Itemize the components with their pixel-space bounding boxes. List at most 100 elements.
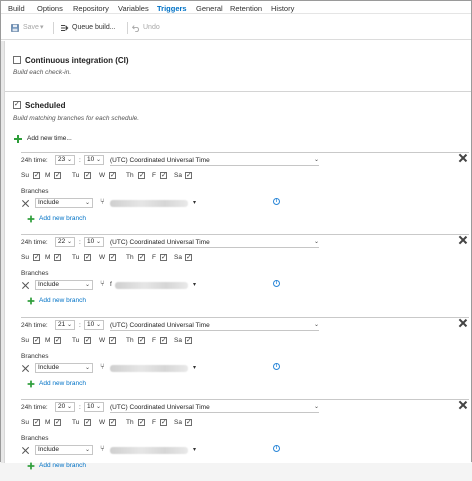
day-checkbox[interactable] — [84, 253, 91, 262]
day-checkbox[interactable] — [54, 171, 61, 180]
day-checkbox[interactable] — [54, 253, 61, 262]
day-checkbox[interactable] — [33, 336, 40, 345]
hour-select[interactable]: 20 ⌄ — [55, 402, 75, 412]
day-checkbox[interactable] — [138, 253, 145, 262]
minute-select[interactable]: 10 ⌄ — [84, 402, 104, 412]
day-label: M — [45, 419, 51, 426]
minute-select[interactable]: 10 ⌄ — [84, 155, 104, 165]
caret-down-icon[interactable]: ▾ — [193, 446, 196, 453]
chevron-down-icon: ⌄ — [84, 200, 90, 206]
day-checkbox[interactable] — [33, 418, 40, 427]
remove-branch-icon[interactable] — [22, 200, 29, 207]
scheduled-checkbox[interactable] — [13, 100, 21, 109]
redacted-branch-name[interactable] — [115, 282, 188, 289]
info-icon[interactable]: i — [273, 280, 280, 287]
timezone-value: (UTC) Coordinated Universal Time — [110, 322, 210, 329]
day-checkbox[interactable] — [109, 336, 116, 345]
caret-down-icon[interactable]: ▾ — [193, 199, 196, 206]
info-icon[interactable]: i — [273, 445, 280, 452]
add-new-time-label: Add new time... — [27, 135, 72, 142]
day-checkbox[interactable] — [185, 336, 192, 345]
day-checkbox[interactable] — [138, 418, 145, 427]
timezone-select[interactable]: (UTC) Coordinated Universal Time ⌄ — [110, 238, 319, 248]
info-icon[interactable]: i — [273, 198, 280, 205]
day-checkbox[interactable] — [84, 336, 91, 345]
timezone-select[interactable]: (UTC) Coordinated Universal Time ⌄ — [110, 321, 319, 331]
chevron-down-icon: ⌄ — [313, 157, 319, 163]
redacted-branch-name[interactable] — [110, 200, 188, 207]
remove-schedule-icon[interactable] — [459, 236, 467, 244]
tab-build[interactable]: Build — [8, 4, 25, 13]
ci-subtitle: Build each check-in. — [13, 69, 72, 76]
day-checkbox[interactable] — [84, 418, 91, 427]
remove-branch-icon[interactable] — [22, 282, 29, 289]
hour-select[interactable]: 23 ⌄ — [55, 155, 75, 165]
tab-repository[interactable]: Repository — [73, 4, 109, 13]
day-checkbox[interactable] — [109, 253, 116, 262]
remove-schedule-icon[interactable] — [459, 319, 467, 327]
day-checkbox[interactable] — [109, 171, 116, 180]
chevron-down-icon: ⌄ — [313, 322, 319, 328]
caret-down-icon[interactable]: ▾ — [193, 364, 196, 371]
day-checkbox[interactable] — [160, 336, 167, 345]
remove-branch-icon[interactable] — [22, 447, 29, 454]
hour-select[interactable]: 21 ⌄ — [55, 320, 75, 330]
day-checkbox[interactable] — [138, 336, 145, 345]
tab-options[interactable]: Options — [37, 4, 63, 13]
tab-retention[interactable]: Retention — [230, 4, 262, 13]
undo-label: Undo — [143, 24, 160, 31]
timezone-select[interactable]: (UTC) Coordinated Universal Time ⌄ — [110, 403, 319, 413]
remove-schedule-icon[interactable] — [459, 154, 467, 162]
day-checkbox[interactable] — [185, 253, 192, 262]
day-label: Th — [126, 337, 134, 344]
minute-value: 10 — [87, 403, 95, 410]
day-checkbox[interactable] — [33, 171, 40, 180]
time-label: 24h time: — [21, 239, 48, 246]
minute-select[interactable]: 10 ⌄ — [84, 237, 104, 247]
day-checkbox[interactable] — [160, 171, 167, 180]
tab-general[interactable]: General — [196, 4, 223, 13]
chevron-down-icon: ⌄ — [95, 239, 101, 245]
include-select[interactable]: Include ⌄ — [35, 280, 93, 290]
scheduled-subtitle: Build matching branches for each schedul… — [13, 115, 140, 122]
day-label: Sa — [174, 172, 182, 179]
add-new-branch-link[interactable]: Add new branch — [39, 215, 86, 222]
tab-history[interactable]: History — [271, 4, 294, 13]
info-icon[interactable]: i — [273, 363, 280, 370]
tab-triggers[interactable]: Triggers — [157, 4, 187, 13]
remove-branch-icon[interactable] — [22, 365, 29, 372]
include-select[interactable]: Include ⌄ — [35, 198, 93, 208]
day-checkbox[interactable] — [84, 171, 91, 180]
tab-variables[interactable]: Variables — [118, 4, 149, 13]
minute-value: 10 — [87, 238, 95, 245]
add-new-branch-link[interactable]: Add new branch — [39, 297, 86, 304]
add-icon — [27, 380, 35, 388]
timezone-select[interactable]: (UTC) Coordinated Universal Time ⌄ — [110, 156, 319, 166]
schedule-divider — [21, 234, 469, 235]
add-new-branch-link[interactable]: Add new branch — [39, 462, 86, 469]
chevron-down-icon: ⌄ — [95, 157, 101, 163]
day-checkbox[interactable] — [185, 418, 192, 427]
day-checkbox[interactable] — [160, 418, 167, 427]
day-checkbox[interactable] — [185, 171, 192, 180]
branch-value: f — [110, 281, 112, 288]
day-checkbox[interactable] — [138, 171, 145, 180]
redacted-branch-name[interactable] — [110, 365, 188, 372]
hour-select[interactable]: 22 ⌄ — [55, 237, 75, 247]
day-checkbox[interactable] — [33, 253, 40, 262]
caret-down-icon[interactable]: ▾ — [193, 281, 196, 288]
day-label: W — [99, 419, 106, 426]
remove-schedule-icon[interactable] — [459, 401, 467, 409]
include-select[interactable]: Include ⌄ — [35, 363, 93, 373]
day-checkbox[interactable] — [54, 418, 61, 427]
chevron-down-icon: ⌄ — [313, 239, 319, 245]
include-select[interactable]: Include ⌄ — [35, 445, 93, 455]
redacted-branch-name[interactable] — [110, 447, 188, 454]
add-new-branch-link[interactable]: Add new branch — [39, 380, 86, 387]
hour-value: 23 — [58, 156, 66, 163]
minute-select[interactable]: 10 ⌄ — [84, 320, 104, 330]
ci-checkbox[interactable] — [13, 56, 21, 64]
day-checkbox[interactable] — [54, 336, 61, 345]
day-checkbox[interactable] — [160, 253, 167, 262]
day-checkbox[interactable] — [109, 418, 116, 427]
